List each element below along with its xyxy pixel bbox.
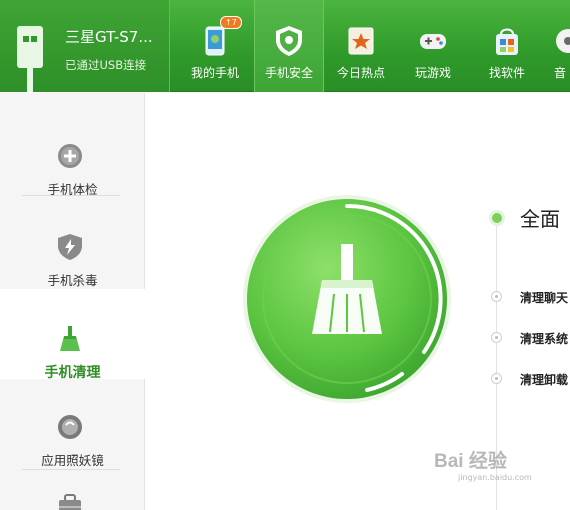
music-icon [556,29,570,53]
timeline-dot [491,373,502,384]
device-name: 三星GT-S7... [65,28,153,46]
connection-status: 已通过USB连接 [65,58,147,72]
scan-heading: 全面 [520,207,560,231]
tab-my-phone[interactable]: ↑7 我的手机 [180,0,250,92]
sidebar-item-app-mirror[interactable]: 应用照妖镜 [0,377,145,468]
watermark-text: Bai 经验 [434,451,507,472]
device-panel[interactable]: 三星GT-S7... 已通过USB连接 [0,0,170,92]
sidebar: 手机体检 手机杀毒 手机清理 应用照妖镜 [0,93,145,510]
toolbox-icon [59,494,81,510]
tab-music[interactable]: 音 [540,0,570,92]
task-clean-chat: 清理聊天 [520,291,569,305]
task-clean-system: 清理系统 [520,332,569,346]
sidebar-item-antivirus[interactable]: 手机杀毒 [0,197,145,288]
gamepad-icon [420,34,446,49]
usb-icon [16,20,44,92]
sidebar-item-label: 应用照妖镜 [41,453,104,468]
shopping-bag-icon [496,28,518,55]
timeline-active-dot [489,210,505,226]
tab-label: 手机安全 [264,66,313,80]
watermark-url: jingyan.baidu.com [458,473,532,482]
tab-label: 音 [554,66,567,80]
star-icon [348,27,374,55]
tab-label: 今日热点 [336,66,385,80]
timeline-dot [491,291,502,302]
sidebar-item-phone-cleanup[interactable]: 手机清理 [0,289,145,381]
timeline-dot [491,332,502,343]
my-phone-icon [205,26,225,56]
tab-phone-security[interactable]: 手机安全 [254,0,324,92]
update-badge: ↑7 [220,16,242,29]
plus-circle-icon [58,144,82,168]
tab-play-games[interactable]: 玩游戏 [398,0,468,92]
divider [22,469,120,470]
broom-icon [60,326,80,351]
divider [22,195,120,196]
cleanup-broom-button[interactable] [242,194,452,404]
tab-today-hot[interactable]: 今日热点 [326,0,396,92]
sidebar-item-label: 手机杀毒 [47,273,98,288]
tab-label: 玩游戏 [414,66,451,80]
sidebar-item-toolbox[interactable] [0,471,145,510]
tab-label: 我的手机 [190,66,239,80]
mirror-icon [58,415,82,439]
sidebar-item-phone-checkup[interactable]: 手机体检 [0,106,145,197]
shield-icon [276,26,302,56]
watermark: Bai 经验 jingyan.baidu.com [434,446,532,482]
task-clean-uninstall: 清理卸载 [520,373,569,387]
tab-find-software[interactable]: 找软件 [472,0,542,92]
tab-label: 找软件 [488,66,525,80]
top-bar: 三星GT-S7... 已通过USB连接 ↑7 我的手机 手机安全 今日热点 玩游… [0,0,570,92]
lightning-shield-icon [58,234,82,260]
